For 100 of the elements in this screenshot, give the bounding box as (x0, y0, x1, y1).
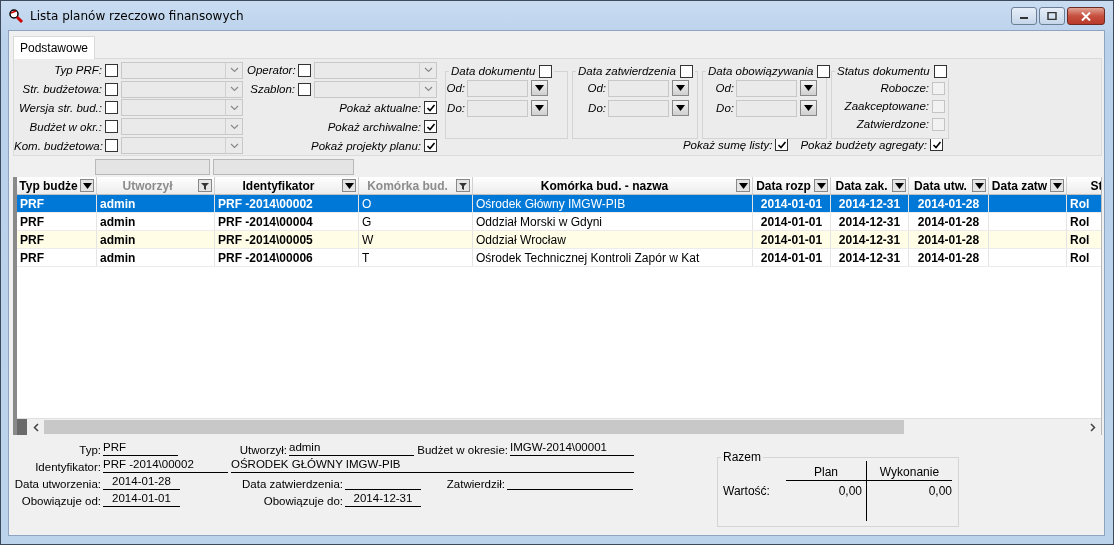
filter-label: Str. budżetowa: (21, 83, 102, 96)
detail-value: 2014-01-01 (103, 492, 180, 507)
detail-value: OŚRODEK GŁÓWNY IMGW-PIB (231, 458, 634, 473)
option-label: Pokaż sumę listy: (682, 138, 773, 151)
caret-icon (676, 105, 685, 111)
table-cell: admin (100, 232, 136, 247)
checkbox[interactable] (424, 101, 437, 115)
date-picker-button[interactable] (672, 100, 689, 116)
filter-label: Operator: (247, 64, 295, 77)
dropdown-field[interactable] (121, 118, 243, 136)
checkbox[interactable] (105, 120, 118, 134)
table-cell: Ośrodek Technicznej Kontroli Zapór w Kat (476, 250, 700, 265)
checkbox[interactable] (817, 64, 831, 78)
caret-icon (804, 85, 813, 91)
maximize-button[interactable] (1039, 7, 1065, 25)
minimize-button[interactable] (1011, 7, 1037, 25)
dropdown-field[interactable] (121, 61, 243, 79)
date-label: Do: (446, 102, 465, 114)
detail-value: PRF -2014\00002 (103, 458, 228, 473)
column-header[interactable]: Data zatw (989, 177, 1067, 194)
table-cell: T (362, 250, 370, 265)
dropdown-field[interactable] (121, 137, 243, 155)
checkbox[interactable] (424, 139, 437, 153)
scrollbar-thumb[interactable] (44, 420, 904, 434)
filter-label: Szablon: (249, 83, 295, 96)
column-menu-button[interactable] (736, 179, 750, 192)
filter-label: Wersja str. bud.: (17, 102, 102, 114)
table-cell: G (362, 214, 372, 229)
table-row[interactable]: PRF admin PRF -2014\00002 O Ośrodek Główny IMGW-PIB 2014-01-01 2014-12-31 2014-01-28 Rol (17, 195, 1101, 213)
detail-label: Budżet w okresie: (416, 444, 508, 456)
detail-label: Identyfikator: (34, 461, 101, 473)
date-field[interactable] (467, 99, 528, 117)
checkbox[interactable] (105, 82, 118, 96)
close-button[interactable] (1067, 7, 1105, 25)
detail-label: Data utworzenia: (13, 478, 101, 490)
table-cell: 2014-01-28 (917, 250, 980, 265)
column-menu-button[interactable] (972, 179, 986, 192)
column-header[interactable]: Identyfikator (215, 177, 359, 194)
chevron-icon (423, 67, 433, 74)
column-header[interactable]: Komórka bud. - nazwa (473, 177, 753, 194)
checkbox[interactable] (539, 64, 553, 78)
caret-icon (82, 182, 92, 189)
tab[interactable]: Podstawowe (13, 36, 96, 59)
dropdown-field[interactable] (314, 80, 437, 98)
date-field[interactable] (608, 99, 669, 117)
date-field[interactable] (736, 79, 797, 97)
status-label: Zaakceptowane: (844, 100, 929, 112)
checkbox[interactable] (424, 120, 437, 134)
column-header[interactable]: Typ budże (17, 177, 97, 194)
filter-field[interactable] (95, 159, 210, 175)
detail-value: IMGW-2014\00001 (510, 441, 634, 456)
checkbox[interactable] (298, 63, 311, 77)
date-field[interactable] (736, 99, 797, 117)
table-cell: Rol (1070, 214, 1090, 229)
date-label: Od: (445, 82, 465, 94)
checkbox[interactable] (679, 64, 693, 78)
date-field[interactable] (608, 79, 669, 97)
magnifier-icon (8, 7, 24, 24)
date-picker-button[interactable] (800, 80, 817, 96)
funnel-icon (459, 181, 467, 190)
table-cell: 2014-12-31 (838, 196, 901, 211)
horizontal-scrollbar[interactable] (17, 418, 1101, 435)
dropdown-field[interactable] (121, 80, 243, 98)
checkbox[interactable] (105, 101, 118, 115)
column-filter-button[interactable] (456, 179, 470, 192)
detail-label: Data zatwierdzenia: (241, 478, 343, 490)
column-header[interactable]: Data rozp (753, 177, 831, 194)
column-menu-button[interactable] (814, 179, 828, 192)
caret-icon (894, 182, 904, 189)
column-menu-button[interactable] (1050, 179, 1064, 192)
date-picker-button[interactable] (672, 80, 689, 96)
column-menu-button[interactable] (80, 179, 94, 192)
table-cell: PRF -2014\00005 (218, 232, 313, 247)
table-cell: PRF -2014\00002 (218, 196, 313, 211)
column-menu-button[interactable] (342, 179, 356, 192)
table-cell: PRF (20, 232, 44, 247)
filter-field[interactable] (213, 159, 354, 175)
table-cell: W (362, 232, 374, 247)
filter-label: Typ PRF: (53, 64, 102, 77)
group-title: Data obowiązywania (708, 65, 814, 77)
checkbox[interactable] (298, 82, 311, 96)
column-header[interactable]: Data zak. (831, 177, 909, 194)
table-cell: admin (100, 250, 136, 265)
option-label: Pokaż projekty planu: (311, 139, 421, 152)
checkbox[interactable] (105, 139, 118, 153)
date-field[interactable] (467, 79, 528, 97)
column-filter-button[interactable] (198, 179, 212, 192)
table-row[interactable]: PRF admin PRF -2014\00006 T Ośrodek Technicznej Kontroli Zapór w Kat 2014-01-01 2014-12-31 2014-01-28 Rol (17, 249, 1101, 267)
column-header[interactable]: Data utw. (909, 177, 989, 194)
checkbox[interactable] (105, 63, 118, 77)
date-picker-button[interactable] (531, 100, 548, 116)
dropdown-field[interactable] (121, 99, 243, 117)
dropdown-field[interactable] (314, 61, 437, 79)
checkbox[interactable] (933, 64, 947, 78)
column-menu-button[interactable] (892, 179, 906, 192)
date-picker-button[interactable] (800, 100, 817, 116)
date-picker-button[interactable] (531, 80, 548, 96)
scrollbar-corner (17, 419, 27, 435)
table-row[interactable]: PRF admin PRF -2014\00005 W Oddział Wrocław 2014-01-01 2014-12-31 2014-01-28 Rol (17, 231, 1101, 249)
table-cell: 2014-01-01 (760, 232, 823, 247)
